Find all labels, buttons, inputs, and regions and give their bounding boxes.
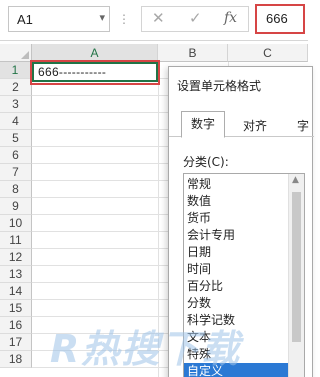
row-header-15[interactable]: 15 [0,300,32,317]
scrollbar-thumb[interactable] [292,192,301,342]
highlight-box [30,60,160,85]
row-header-14[interactable]: 14 [0,283,32,300]
column-header-b[interactable]: B [158,44,228,62]
cancel-icon[interactable]: ✕ [152,9,165,27]
row-header-13[interactable]: 13 [0,266,32,283]
tab-font[interactable]: 字 [297,117,309,134]
category-item[interactable]: 科学记数 [184,312,288,328]
category-item[interactable]: 会计专用 [184,227,288,243]
row-header-17[interactable]: 17 [0,334,32,351]
row-header-3[interactable]: 3 [0,96,32,113]
formula-content: 666 [266,11,288,26]
row-header-18[interactable]: 18 [0,351,32,368]
category-item[interactable]: 自定义 [184,363,288,377]
scrollbar[interactable]: ▲ [288,174,304,377]
row-header-6[interactable]: 6 [0,147,32,164]
row-header-1[interactable]: 1 [0,62,32,79]
category-item[interactable]: 时间 [184,261,288,277]
dialog-tabs: 数字 对齐 字 [169,111,314,138]
enter-icon[interactable]: ✓ [189,9,202,27]
select-all-button[interactable] [0,44,32,62]
category-item[interactable]: 数值 [184,193,288,209]
dialog-title: 设置单元格格式 [177,79,262,93]
name-box[interactable]: A1 ▾ [8,6,110,32]
category-list[interactable]: ▲ 常规 数值 货币 会计专用 日期 时间 百分比 分数 科学记数 文本 特殊 自定义 [183,173,305,377]
column-header-c[interactable]: C [228,44,308,62]
format-cells-dialog: 设置单元格格式 数字 对齐 字 分类(C): ▲ 常规 数值 货币 会计专用 日期 时间百… [168,66,314,377]
grip-icon: ⋮ [118,12,130,26]
row-header-5[interactable]: 5 [0,130,32,147]
scroll-up-icon[interactable]: ▲ [292,175,299,185]
chevron-down-icon[interactable]: ▾ [99,11,105,24]
row-header-4[interactable]: 4 [0,113,32,130]
category-item[interactable]: 常规 [184,176,288,192]
formula-input[interactable]: 666 [255,4,305,34]
category-item[interactable]: 文本 [184,329,288,345]
tab-alignment[interactable]: 对齐 [243,117,267,134]
grid-line [158,62,159,377]
row-header-16[interactable]: 16 [0,317,32,334]
category-item[interactable]: 分数 [184,295,288,311]
insert-function-icon[interactable]: fx [224,10,237,26]
category-label: 分类(C): [183,155,229,169]
row-header-2[interactable]: 2 [0,79,32,96]
row-header-8[interactable]: 8 [0,181,32,198]
row-header-11[interactable]: 11 [0,232,32,249]
formula-bar: A1 ▾ ⋮ ✕ ✓ fx 666 [0,0,308,40]
tab-number[interactable]: 数字 [181,111,225,138]
category-item[interactable]: 特殊 [184,346,288,362]
row-header-7[interactable]: 7 [0,164,32,181]
category-item[interactable]: 货币 [184,210,288,226]
row-header-12[interactable]: 12 [0,249,32,266]
category-item[interactable]: 百分比 [184,278,288,294]
row-header-10[interactable]: 10 [0,215,32,232]
formula-buttons: ✕ ✓ fx [141,6,249,32]
category-item[interactable]: 日期 [184,244,288,260]
divider [0,40,308,41]
row-header-9[interactable]: 9 [0,198,32,215]
name-box-value: A1 [17,12,33,27]
